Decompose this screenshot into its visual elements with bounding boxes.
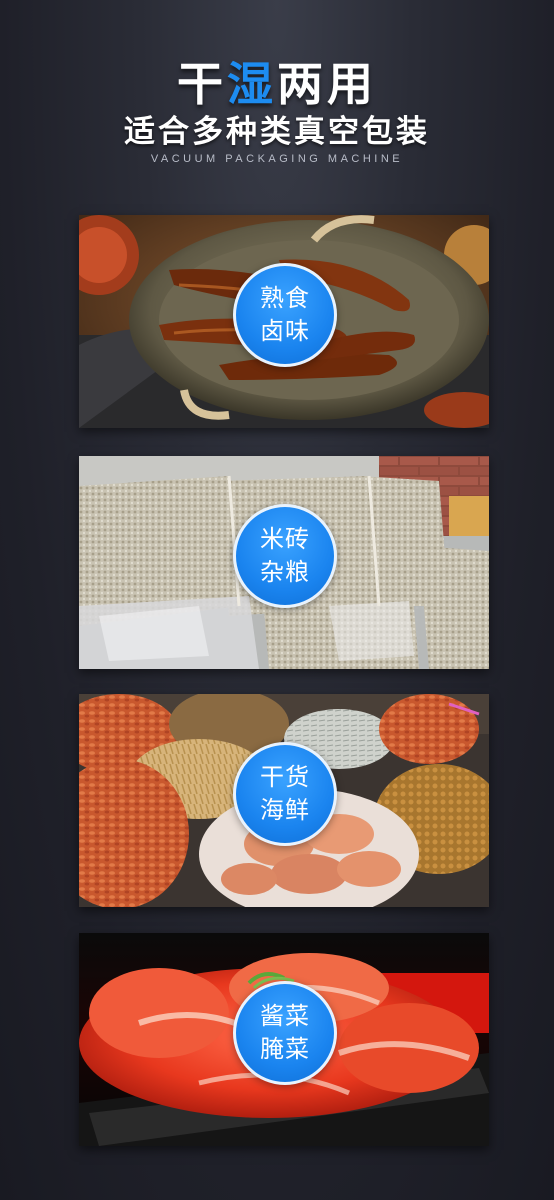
badge-line2: 杂粮 bbox=[260, 558, 310, 586]
page-title: 干湿两用 bbox=[0, 48, 554, 114]
badge-line2: 卤味 bbox=[260, 317, 310, 345]
badge-line1: 熟食 bbox=[260, 284, 310, 312]
title-highlight: 湿 bbox=[227, 57, 277, 111]
card-cooked-food: 熟食 卤味 bbox=[79, 215, 489, 428]
card-dried-seafood: 干货 海鲜 bbox=[79, 694, 489, 907]
card-pickles: 酱菜 腌菜 bbox=[79, 933, 489, 1146]
category-badge: 米砖 杂粮 bbox=[233, 504, 337, 608]
badge-line2: 海鲜 bbox=[260, 796, 310, 824]
title-part2: 两用 bbox=[277, 57, 377, 111]
header: 干湿两用 适合多种类真空包装 VACUUM PACKAGING MACHINE bbox=[0, 0, 554, 200]
category-badge: 酱菜 腌菜 bbox=[233, 981, 337, 1085]
title-part1: 干 bbox=[177, 57, 227, 111]
page-subtitle: 适合多种类真空包装 bbox=[124, 114, 430, 150]
badge-line1: 米砖 bbox=[260, 525, 310, 553]
badge-line1: 酱菜 bbox=[260, 1002, 310, 1030]
english-caption: VACUUM PACKAGING MACHINE bbox=[150, 153, 404, 165]
badge-line2: 腌菜 bbox=[260, 1035, 310, 1063]
category-badge: 干货 海鲜 bbox=[233, 742, 337, 846]
card-rice-bricks: 米砖 杂粮 bbox=[79, 456, 489, 669]
category-badge: 熟食 卤味 bbox=[233, 263, 337, 367]
badge-line1: 干货 bbox=[260, 763, 310, 791]
